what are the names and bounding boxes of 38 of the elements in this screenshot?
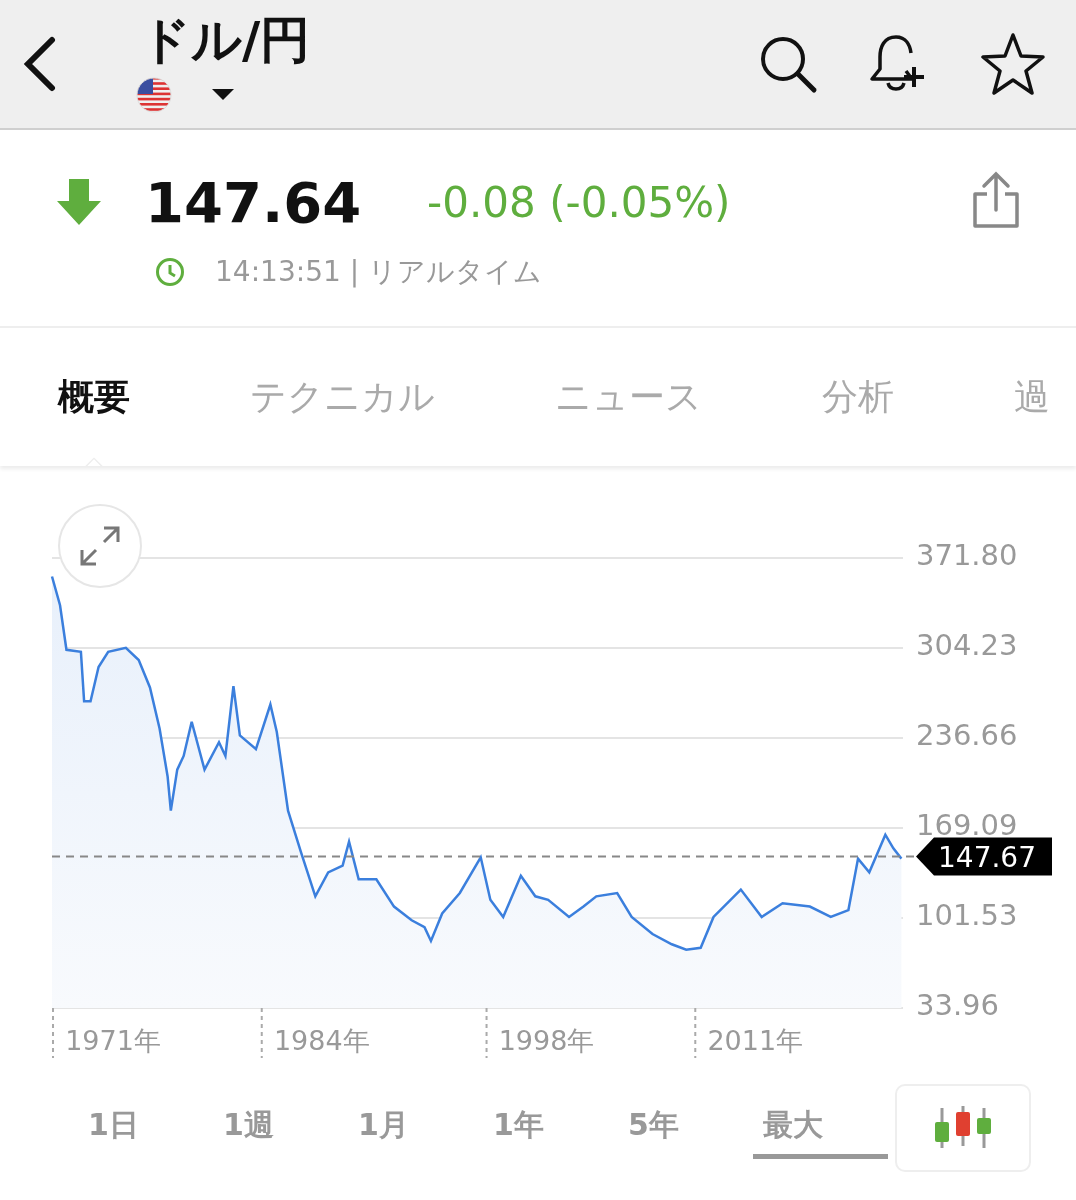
tab[interactable]: テクニカル [250,373,435,421]
x-axis-label: 2011年 [707,1025,804,1056]
ref-line-label: 147.67 [938,840,1036,874]
share-icon [971,170,1021,230]
current-price-tag: 147.67 [916,837,1052,876]
range-tab[interactable]: 1月 [348,1097,483,1159]
tab[interactable]: ニュース [555,373,702,421]
favorite-button[interactable] [980,32,1046,96]
y-axis-label: 33.96 [916,988,1000,1022]
price-change: -0.08 (-0.05%) [427,178,731,227]
range-tab[interactable]: 5年 [618,1097,753,1159]
tab[interactable]: 概要 [58,373,130,421]
pair-title: ドル/円 [140,15,312,65]
flag-icon [136,77,172,113]
range-tab[interactable]: 最大 [753,1097,888,1159]
price-value: 147.64 [145,170,362,235]
star-icon [980,32,1046,96]
tab[interactable]: 分析 [822,373,894,421]
x-axis-label: 1971年 [65,1025,161,1056]
range-tab[interactable]: 1年 [483,1097,618,1159]
range-tab[interactable]: 1日 [78,1097,213,1159]
y-axis-label: 236.66 [916,718,1018,752]
range-tab[interactable]: 1週 [213,1097,348,1159]
tab[interactable]: 過 [1014,373,1050,421]
y-axis-label: 371.80 [916,538,1018,572]
dropdown-caret-icon[interactable] [212,89,234,101]
clock-icon [155,257,185,287]
chart-type-button[interactable] [895,1084,1031,1172]
expand-icon [78,524,122,568]
update-time: 14:13:51 | リアルタイム [215,254,542,290]
search-button[interactable] [758,34,818,94]
x-axis-label: 1998年 [498,1025,595,1056]
share-button[interactable] [971,170,1021,230]
y-axis-label: 101.53 [916,898,1018,932]
y-axis-label: 304.23 [916,628,1018,662]
candlestick-icon [932,1106,994,1150]
search-icon [758,34,818,94]
x-axis-label: 1984年 [273,1025,370,1056]
